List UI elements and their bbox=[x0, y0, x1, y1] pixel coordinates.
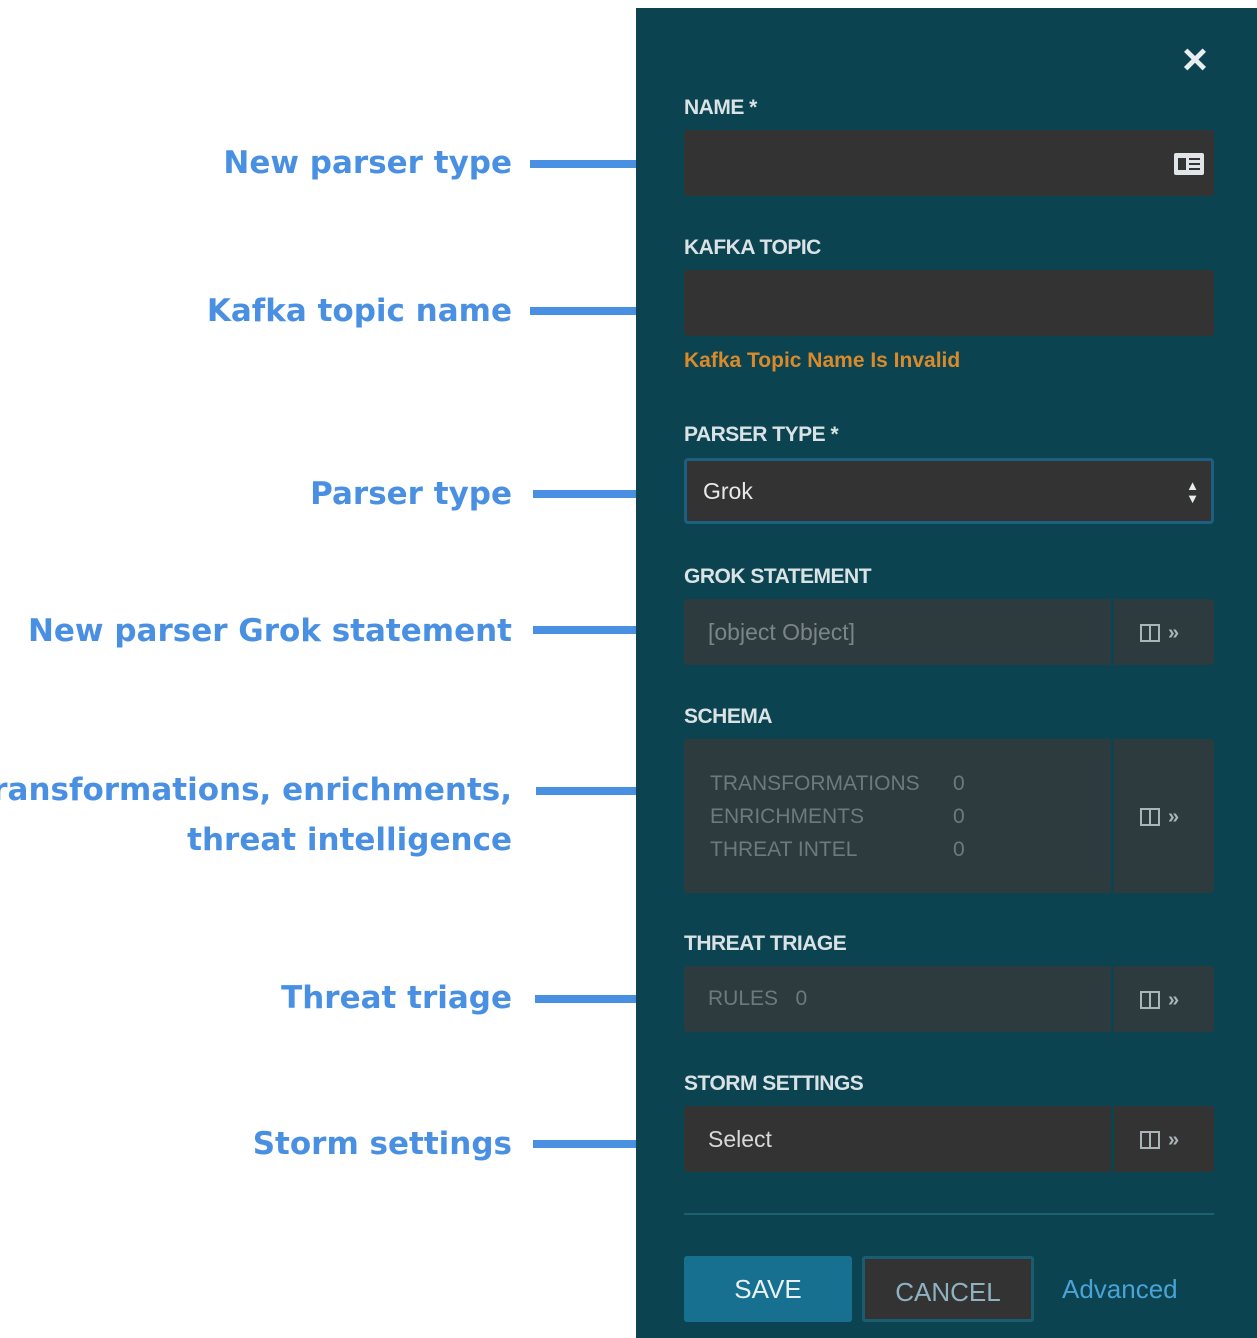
annotation-label: threat intelligence bbox=[187, 822, 512, 858]
contact-card-icon bbox=[1174, 153, 1204, 175]
storm-settings-value: Select bbox=[708, 1126, 772, 1152]
annotation-label: Storm settings bbox=[252, 1126, 512, 1162]
double-chevron-right-icon: » bbox=[1168, 988, 1180, 1011]
annotation-label: Transformations, enrichments, bbox=[0, 772, 512, 808]
schema-field[interactable]: TRANSFORMATIONS 0 ENRICHMENTS 0 THREAT INT… bbox=[684, 739, 1214, 893]
save-button[interactable]: SAVE bbox=[684, 1256, 852, 1322]
annotation-label: Parser type bbox=[310, 476, 512, 512]
schema-count: 0 bbox=[953, 772, 965, 795]
grok-statement-label: GROK STATEMENT bbox=[684, 565, 872, 588]
annotation-parser-type: Parser type bbox=[310, 469, 512, 519]
annotation-new-parser-type: New parser type bbox=[223, 138, 512, 188]
split-pane-icon bbox=[1140, 990, 1160, 1009]
schema-row: ENRICHMENTS 0 bbox=[710, 800, 965, 833]
grok-statement-field[interactable]: [object Object] » bbox=[684, 599, 1214, 665]
select-arrows-icon: ▲ ▼ bbox=[1186, 478, 1199, 506]
schema-label: SCHEMA bbox=[684, 705, 773, 728]
threat-triage-expand-button[interactable]: » bbox=[1111, 966, 1214, 1032]
annotation-label: Threat triage bbox=[281, 980, 512, 1016]
annotation-schema: Transformations, enrichments, threat int… bbox=[0, 765, 512, 865]
parser-config-panel: × NAME * KAFKA TOPIC Kafka Topic Name Is… bbox=[636, 8, 1257, 1338]
schema-key: THREAT INTEL bbox=[710, 838, 858, 861]
threat-triage-label: THREAT TRIAGE bbox=[684, 932, 847, 955]
annotation-label: New parser Grok statement bbox=[27, 613, 512, 649]
kafka-topic-input[interactable] bbox=[684, 270, 1214, 336]
divider bbox=[684, 1213, 1214, 1215]
storm-settings-field[interactable]: Select » bbox=[684, 1106, 1214, 1172]
split-pane-icon bbox=[1140, 1130, 1160, 1149]
grok-expand-button[interactable]: » bbox=[1111, 599, 1214, 665]
annotation-kafka-topic-name: Kafka topic name bbox=[207, 286, 512, 336]
schema-summary: TRANSFORMATIONS 0 ENRICHMENTS 0 THREAT INT… bbox=[710, 767, 965, 866]
schema-key: ENRICHMENTS bbox=[710, 805, 865, 828]
parser-type-select[interactable]: Grok ▲ ▼ bbox=[684, 458, 1214, 524]
cancel-button[interactable]: CANCEL bbox=[862, 1256, 1034, 1322]
parser-type-value: Grok bbox=[703, 478, 753, 504]
name-input[interactable] bbox=[684, 130, 1214, 196]
annotation-grok-statement: New parser Grok statement bbox=[28, 606, 512, 656]
schema-key: TRANSFORMATIONS bbox=[710, 772, 920, 795]
schema-count: 0 bbox=[953, 805, 965, 828]
kafka-topic-error: Kafka Topic Name Is Invalid bbox=[684, 349, 961, 372]
rules-count: 0 bbox=[795, 987, 808, 1010]
schema-row: TRANSFORMATIONS 0 bbox=[710, 767, 965, 800]
double-chevron-right-icon: » bbox=[1168, 621, 1180, 644]
schema-expand-button[interactable]: » bbox=[1111, 739, 1214, 893]
schema-row: THREAT INTEL 0 bbox=[710, 833, 965, 866]
annotation-label: Kafka topic name bbox=[206, 293, 512, 329]
storm-settings-label: STORM SETTINGS bbox=[684, 1072, 864, 1095]
threat-triage-summary: RULES 0 bbox=[708, 966, 807, 1032]
annotation-threat-triage: Threat triage bbox=[281, 973, 512, 1023]
threat-triage-field[interactable]: RULES 0 » bbox=[684, 966, 1214, 1032]
split-pane-icon bbox=[1140, 807, 1160, 826]
kafka-topic-label: KAFKA TOPIC bbox=[684, 236, 821, 259]
storm-settings-expand-button[interactable]: » bbox=[1111, 1106, 1214, 1172]
annotation-label: New parser type bbox=[223, 145, 512, 181]
name-label: NAME * bbox=[684, 96, 757, 119]
grok-statement-value: [object Object] bbox=[708, 619, 856, 645]
parser-type-label: PARSER TYPE * bbox=[684, 423, 839, 446]
double-chevron-right-icon: » bbox=[1168, 1128, 1180, 1151]
split-pane-icon bbox=[1140, 623, 1160, 642]
close-icon[interactable]: × bbox=[1173, 38, 1217, 82]
schema-count: 0 bbox=[953, 838, 965, 861]
rules-key: RULES bbox=[708, 987, 779, 1010]
annotation-storm-settings: Storm settings bbox=[253, 1119, 512, 1169]
double-chevron-right-icon: » bbox=[1168, 805, 1180, 828]
advanced-link[interactable]: Advanced bbox=[1062, 1256, 1178, 1322]
